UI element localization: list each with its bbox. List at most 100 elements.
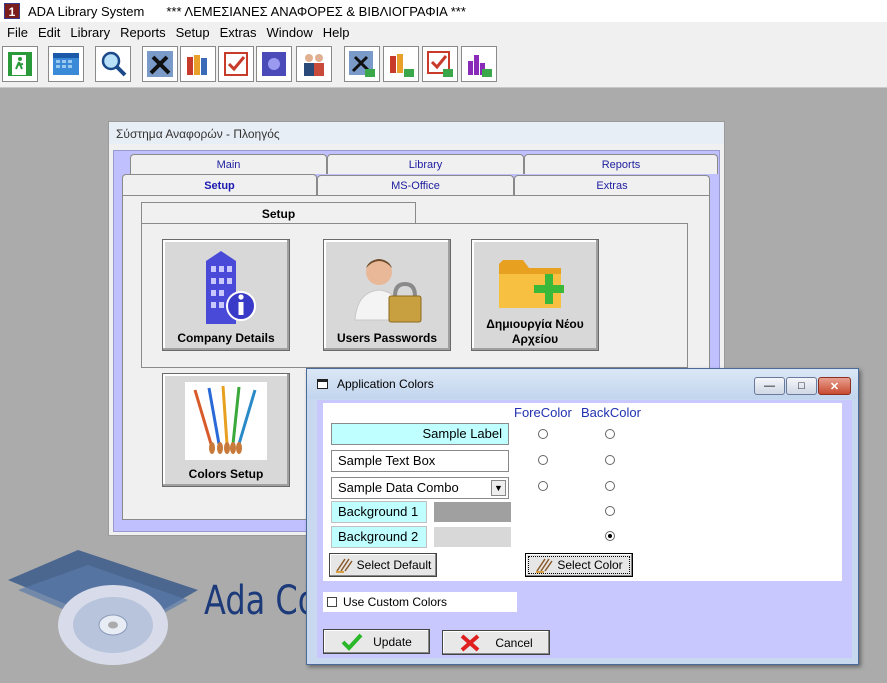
use-custom-colors-checkbox[interactable]: Use Custom Colors (323, 592, 517, 612)
tab-reports[interactable]: Reports (524, 154, 718, 174)
menu-reports[interactable]: Reports (115, 25, 171, 40)
app-subtitle: *** ΛΕΜΕΣΙΑΝΕΣ ΑΝΑΦΟΡΕΣ & ΒΙΒΛΙΟΓΡΑΦΙΑ *… (166, 3, 466, 19)
paintbrushes-icon (185, 382, 267, 460)
menu-window[interactable]: Window (261, 25, 317, 40)
sample-label: Sample Label (331, 423, 509, 445)
background2-swatch (434, 527, 511, 547)
red-x-icon (460, 633, 480, 652)
menu-library[interactable]: Library (65, 25, 115, 40)
navigator-window-title: Σύστημα Αναφορών - Πλοηγός (109, 122, 724, 144)
new-file-label: Δημιουργία Νέου Αρχείου (486, 317, 584, 346)
tab-ms-office[interactable]: MS-Office (317, 175, 514, 195)
calendar-icon (53, 53, 79, 75)
magnifier-icon (101, 51, 127, 77)
dialog-title: Application Colors (337, 377, 434, 391)
exit-icon (8, 52, 32, 76)
update-button[interactable]: Update (323, 629, 430, 654)
label-backcolor-radio[interactable] (605, 429, 615, 439)
forecolor-header: ForeColor (514, 405, 572, 420)
update-label: Update (373, 634, 412, 649)
brushes-icon (536, 558, 553, 573)
building-info-icon (206, 251, 256, 324)
users-passwords-button[interactable]: Users Passwords (323, 239, 451, 351)
use-custom-colors-label: Use Custom Colors (343, 595, 448, 609)
folder-add-icon (499, 260, 564, 308)
catalog-button[interactable] (256, 46, 292, 82)
close-icon: ✕ (829, 380, 840, 393)
books-export-button[interactable] (383, 46, 419, 82)
background2-label: Background 2 (331, 526, 427, 548)
close-button[interactable]: ✕ (818, 377, 851, 395)
combo-backcolor-radio[interactable] (605, 481, 615, 491)
tools-button[interactable] (142, 46, 178, 82)
background1-backcolor-radio[interactable] (605, 506, 615, 516)
minimize-button[interactable]: — (754, 377, 785, 395)
tab-extras[interactable]: Extras (514, 175, 710, 195)
checklist-icon (224, 52, 248, 76)
textbox-forecolor-radio[interactable] (538, 455, 548, 465)
background1-swatch (434, 502, 511, 522)
toolbar (0, 42, 887, 88)
inner-tab-setup[interactable]: Setup (141, 202, 416, 224)
tab-main[interactable]: Main (130, 154, 327, 174)
tools-export-icon (349, 51, 375, 77)
checklist-export-button[interactable] (422, 46, 458, 82)
calendar-button[interactable] (48, 46, 84, 82)
books-export-icon (390, 54, 414, 77)
new-file-button[interactable]: Δημιουργία Νέου Αρχείου (471, 239, 599, 351)
users-button[interactable] (296, 46, 332, 82)
cancel-label: Cancel (495, 635, 533, 650)
backcolor-header: BackColor (581, 405, 641, 420)
cancel-button[interactable]: Cancel (442, 630, 550, 655)
checkbox-box[interactable] (327, 597, 337, 607)
select-default-button[interactable]: Select Default (329, 553, 437, 577)
menu-setup[interactable]: Setup (171, 25, 215, 40)
menu-bar: File Edit Library Reports Setup Extras W… (0, 22, 887, 42)
company-details-label: Company Details (177, 331, 275, 345)
colors-setup-label: Colors Setup (188, 467, 264, 481)
exit-button[interactable] (2, 46, 38, 82)
minimize-icon: — (764, 380, 775, 392)
books-icon (187, 55, 207, 75)
select-color-button[interactable]: Select Color (525, 553, 633, 577)
select-default-label: Select Default (356, 558, 432, 572)
bar-chart-icon (468, 55, 492, 77)
textbox-backcolor-radio[interactable] (605, 455, 615, 465)
stats-button[interactable] (461, 46, 497, 82)
checklist-export-icon (427, 51, 453, 77)
app-title: ADA Library System (28, 3, 145, 19)
colors-setup-button[interactable]: Colors Setup (162, 373, 290, 487)
sample-data-combo[interactable]: Sample Data Combo ▼ (331, 477, 509, 499)
checklist-button[interactable] (218, 46, 254, 82)
sample-data-combo-value: Sample Data Combo (338, 480, 459, 495)
maximize-icon: □ (798, 380, 805, 392)
checkmark-icon (341, 633, 363, 651)
select-color-label: Select Color (557, 558, 623, 572)
background1-label: Background 1 (331, 501, 427, 523)
sample-text-box[interactable]: Sample Text Box (331, 450, 509, 472)
label-forecolor-radio[interactable] (538, 429, 548, 439)
search-button[interactable] (95, 46, 131, 82)
menu-file[interactable]: File (2, 25, 33, 40)
menu-extras[interactable]: Extras (215, 25, 262, 40)
tab-library[interactable]: Library (327, 154, 524, 174)
brushes-icon (335, 558, 353, 573)
chevron-down-icon[interactable]: ▼ (491, 480, 506, 496)
maximize-button[interactable]: □ (786, 377, 817, 395)
menu-help[interactable]: Help (318, 25, 355, 40)
users-icon (304, 54, 324, 76)
dialog-body: ForeColor BackColor Sample Label Sample … (317, 400, 852, 658)
menu-edit[interactable]: Edit (33, 25, 65, 40)
color-options-panel: ForeColor BackColor Sample Label Sample … (323, 403, 842, 581)
app-icon: 1 (4, 3, 20, 19)
tools-icon (147, 51, 173, 77)
books-button[interactable] (180, 46, 216, 82)
cd-logo-image (8, 550, 198, 665)
window-icon (317, 379, 328, 389)
background2-backcolor-radio[interactable] (605, 531, 615, 541)
combo-forecolor-radio[interactable] (538, 481, 548, 491)
company-details-button[interactable]: Company Details (162, 239, 290, 351)
tools-export-button[interactable] (344, 46, 380, 82)
tab-setup[interactable]: Setup (122, 174, 317, 196)
title-bar: 1 ADA Library System *** ΛΕΜΕΣΙΑΝΕΣ ΑΝΑΦ… (0, 0, 887, 22)
